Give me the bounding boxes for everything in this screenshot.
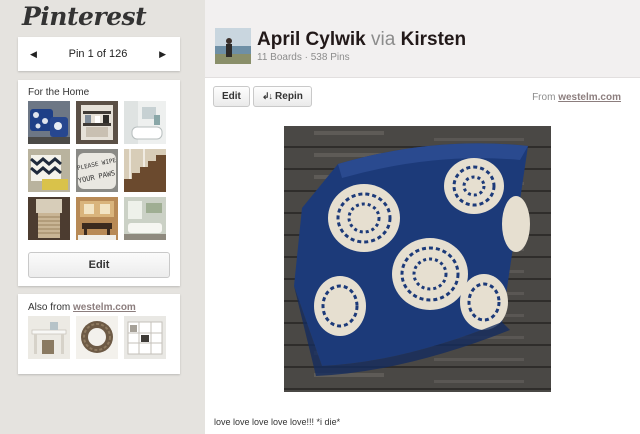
board-thumbnail[interactable] [76,197,118,240]
source-prefix: From [532,92,556,103]
board-panel: For the Home PLEASE WIPE YOUR PAWS Edit [18,80,180,286]
also-from-thumbnail[interactable] [124,316,166,359]
pinner-line: April Cylwik via Kirsten [257,29,466,51]
pinner-name-link[interactable]: April Cylwik [257,29,366,50]
repin-label: Repin [275,91,303,102]
right-triangle-icon[interactable]: ▶ [159,49,166,60]
board-thumbnail[interactable] [28,101,70,144]
board-thumbnail[interactable] [76,101,118,144]
edit-board-button[interactable]: Edit [28,252,170,278]
board-thumbnail[interactable]: PLEASE WIPE YOUR PAWS [76,149,118,192]
via-name-link[interactable]: Kirsten [401,29,466,50]
board-thumbnail[interactable] [28,149,70,192]
pinterest-logo[interactable]: Pinterest [22,2,147,31]
also-from-thumbnails [28,316,166,359]
pinner-stats: 11 Boards · 538 Pins [257,52,350,63]
via-label: via [371,29,396,50]
also-from-panel: Also from westelm.com [18,294,180,374]
board-thumbnails: PLEASE WIPE YOUR PAWS [28,101,166,240]
also-from-prefix: Also from [28,302,71,313]
board-thumbnail[interactable] [124,101,166,144]
source-line: From westelm.com [532,92,621,103]
board-thumbnail[interactable] [28,197,70,240]
also-from-thumbnail[interactable] [28,316,70,359]
also-from-thumbnail[interactable] [76,316,118,359]
board-title[interactable]: For the Home [28,87,89,98]
pin-detail: April Cylwik via Kirsten 11 Boards · 538… [205,0,640,434]
source-site-link[interactable]: westelm.com [558,92,621,103]
edit-pin-button[interactable]: Edit [213,86,250,107]
pin-counter: Pin 1 of 126 [68,48,128,60]
avatar[interactable] [215,28,251,64]
also-from-site-link[interactable]: westelm.com [73,302,136,313]
left-triangle-icon[interactable]: ◀ [30,49,37,60]
board-thumbnail[interactable] [124,149,166,192]
sidebar: Pinterest ◀ Pin 1 of 126 ▶ For the Home [0,0,192,434]
pin-description: love love love love love!!! *i die* [214,417,341,427]
pin-navigation: ◀ Pin 1 of 126 ▶ [18,37,180,71]
repin-icon: ↲↓ [262,91,273,101]
also-from-title: Also from westelm.com [28,302,136,313]
board-thumbnail[interactable] [124,197,166,240]
pin-header: April Cylwik via Kirsten 11 Boards · 538… [205,0,640,78]
pin-image[interactable] [284,126,551,392]
repin-button[interactable]: ↲↓ Repin [253,86,312,107]
